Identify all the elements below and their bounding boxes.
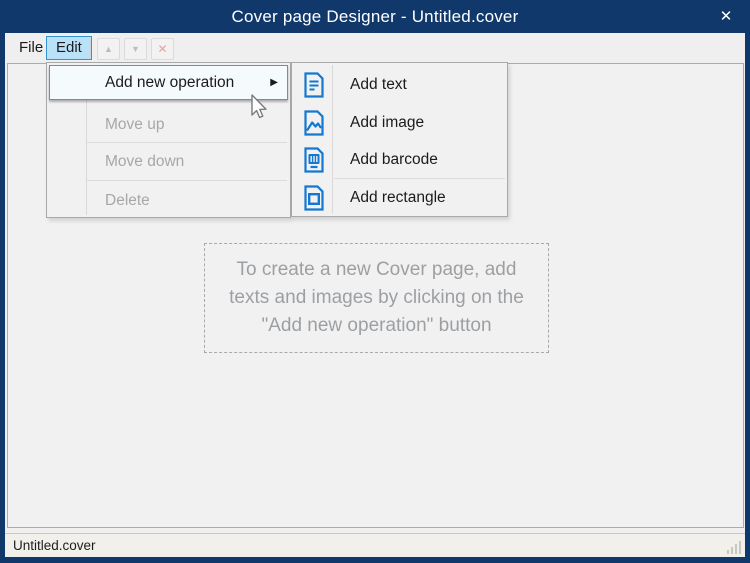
add-image-icon: [301, 110, 327, 136]
add-rectangle-icon: [301, 185, 327, 211]
toolbar-separator: [90, 39, 91, 58]
menu-item-add-new-operation[interactable]: Add new operation ▶: [49, 65, 288, 100]
window-body: File Edit ▲ ▼ ✕ To create a new Cover pa…: [5, 33, 745, 557]
menu-item-move-down[interactable]: Move down: [48, 143, 289, 181]
submenu-item-label: Add rectangle: [350, 179, 446, 216]
title-bar: Cover page Designer - Untitled.cover ✕: [0, 0, 750, 33]
add-text-icon: [301, 72, 327, 98]
move-up-button[interactable]: ▲: [97, 38, 120, 60]
delete-x-icon: ✕: [157, 42, 167, 56]
menu-edit[interactable]: Edit: [46, 36, 92, 60]
submenu-item-add-barcode[interactable]: Add barcode: [293, 141, 506, 179]
submenu-item-label: Add barcode: [350, 141, 438, 179]
submenu-item-label: Add text: [350, 66, 407, 104]
add-operation-submenu: Add text Add image Add barcode: [291, 62, 508, 217]
edit-dropdown-menu: Add new operation ▶ Move up Move down De…: [46, 62, 291, 218]
menu-item-move-up[interactable]: Move up: [48, 106, 289, 143]
close-button[interactable]: ✕: [710, 0, 742, 33]
submenu-arrow-icon: ▶: [270, 66, 278, 99]
window-title: Cover page Designer - Untitled.cover: [0, 0, 750, 33]
submenu-item-label: Add image: [350, 104, 424, 141]
delete-button[interactable]: ✕: [151, 38, 174, 60]
menu-separator: [87, 180, 287, 181]
move-down-button[interactable]: ▼: [124, 38, 147, 60]
placeholder-line: "Add new operation" button: [261, 312, 491, 340]
add-barcode-icon: [301, 147, 327, 173]
submenu-item-add-image[interactable]: Add image: [293, 104, 506, 141]
submenu-item-add-text[interactable]: Add text: [293, 66, 506, 104]
menu-item-label: Add new operation: [105, 74, 234, 91]
placeholder-line: To create a new Cover page, add: [237, 256, 517, 284]
menu-separator: [87, 142, 287, 143]
submenu-item-add-rectangle[interactable]: Add rectangle: [293, 179, 506, 216]
empty-canvas-placeholder: To create a new Cover page, add texts an…: [204, 243, 549, 353]
app-window: Cover page Designer - Untitled.cover ✕ F…: [0, 0, 750, 563]
up-arrow-icon: ▲: [104, 44, 113, 54]
placeholder-line: texts and images by clicking on the: [229, 284, 524, 312]
status-filename: Untitled.cover: [13, 534, 96, 557]
menu-separator: [334, 178, 505, 179]
down-arrow-icon: ▼: [131, 44, 140, 54]
menu-item-delete[interactable]: Delete: [48, 182, 289, 219]
menu-bar: File Edit ▲ ▼ ✕: [5, 33, 745, 63]
status-bar: Untitled.cover: [5, 533, 745, 557]
resize-grip-icon[interactable]: [725, 541, 741, 554]
